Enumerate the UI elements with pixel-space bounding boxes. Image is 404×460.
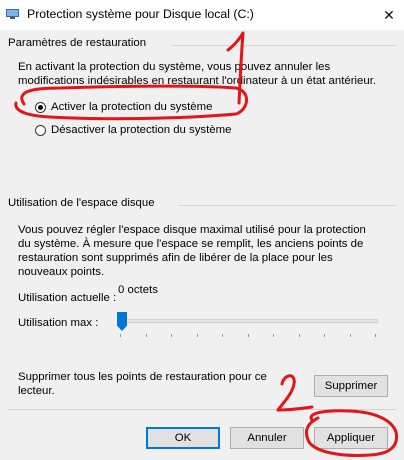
system-protection-dialog: Protection système pour Disque local (C:… — [0, 0, 404, 460]
close-button[interactable]: ✕ — [374, 0, 404, 30]
max-usage-slider-ticks — [120, 334, 376, 337]
disk-usage-description: Vous pouvez régler l'espace disque maxim… — [18, 224, 366, 278]
apply-button[interactable]: Appliquer — [314, 427, 388, 449]
delete-restore-points-text: Supprimer tous les points de restauratio… — [18, 371, 267, 397]
restore-settings-header: Paramètres de restauration — [8, 37, 147, 49]
enable-protection-option[interactable]: Activer la protection du système — [35, 100, 212, 114]
delete-button[interactable]: Supprimer — [314, 375, 388, 397]
disable-protection-option[interactable]: Désactiver la protection du système — [35, 123, 231, 137]
cancel-button[interactable]: Annuler — [230, 427, 304, 449]
max-usage-slider-track[interactable] — [118, 319, 378, 323]
footer-separator — [8, 409, 396, 410]
max-usage-label: Utilisation max : — [18, 317, 99, 329]
ok-button[interactable]: OK — [146, 427, 220, 449]
disable-protection-radio[interactable] — [35, 124, 46, 136]
enable-protection-label: Activer la protection du système — [51, 101, 213, 113]
enable-protection-radio[interactable] — [35, 101, 46, 113]
disk-usage-divider — [178, 205, 396, 206]
title-bar: Protection système pour Disque local (C:… — [0, 0, 404, 30]
close-icon: ✕ — [383, 6, 395, 23]
restore-settings-divider — [172, 45, 396, 46]
window-title: Protection système pour Disque local (C:… — [27, 7, 254, 21]
max-usage-slider-thumb[interactable] — [117, 312, 127, 331]
disable-protection-label: Désactiver la protection du système — [51, 124, 232, 136]
restore-settings-description: En activant la protection du système, vo… — [18, 61, 377, 87]
current-usage-value: 0 octets — [118, 284, 158, 296]
current-usage-label: Utilisation actuelle : — [18, 292, 117, 304]
system-properties-icon — [6, 9, 19, 19]
disk-usage-header: Utilisation de l'espace disque — [8, 197, 155, 209]
